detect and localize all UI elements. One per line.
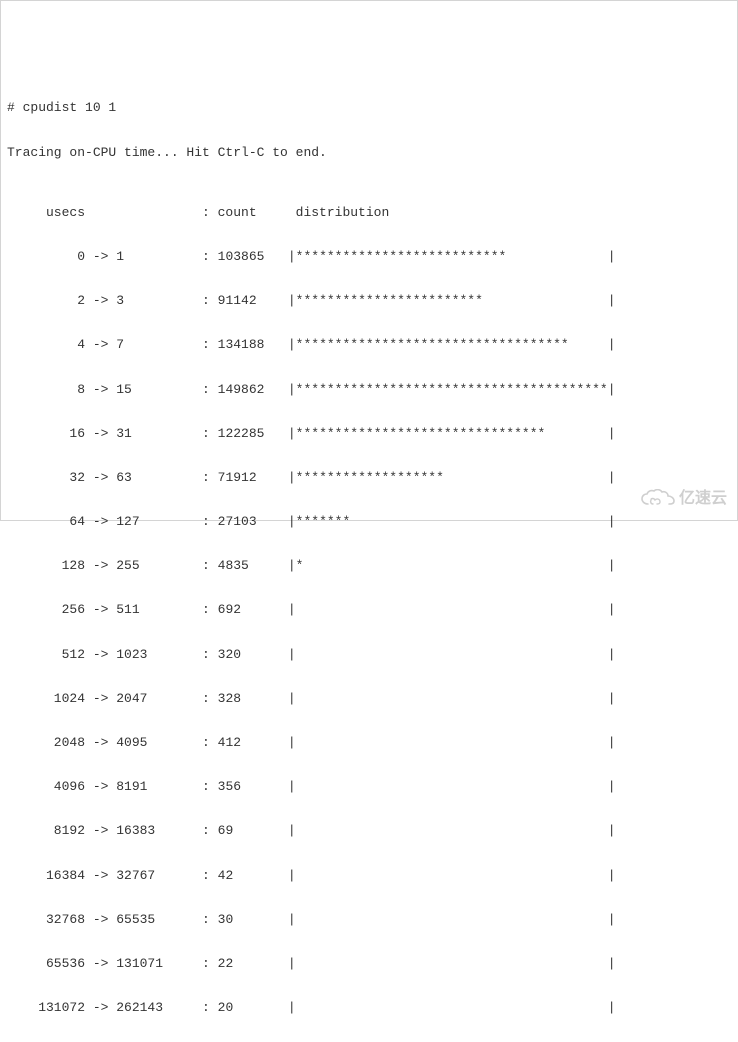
histogram-row: 0 -> 1 : 103865 |***********************…	[7, 246, 731, 268]
distribution-bar: |******************* |	[288, 470, 616, 485]
range-label: 2 -> 3	[7, 293, 202, 308]
distribution-bar: | |	[288, 602, 616, 617]
count-value: : 103865	[202, 249, 288, 264]
histogram-row: 512 -> 1023 : 320 | |	[7, 644, 731, 666]
distribution-bar: | |	[288, 823, 616, 838]
distribution-bar: | |	[288, 868, 616, 883]
histogram-row: 256 -> 511 : 692 | |	[7, 599, 731, 621]
count-value: : 134188	[202, 337, 288, 352]
count-value: : 4835	[202, 558, 288, 573]
watermark-text: 亿速云	[679, 485, 727, 512]
range-label: 256 -> 511	[7, 602, 202, 617]
command-line: # cpudist 10 1	[7, 97, 731, 119]
count-value: : 91142	[202, 293, 288, 308]
count-value: : 328	[202, 691, 288, 706]
count-value: : 356	[202, 779, 288, 794]
cloud-icon	[641, 489, 675, 507]
range-label: 1024 -> 2047	[7, 691, 202, 706]
count-value: : 42	[202, 868, 288, 883]
range-label: 8 -> 15	[7, 382, 202, 397]
histogram-row: 64 -> 127 : 27103 |******* |	[7, 511, 731, 533]
range-label: 16384 -> 32767	[7, 868, 202, 883]
distribution-bar: | |	[288, 779, 616, 794]
range-label: 32 -> 63	[7, 470, 202, 485]
histogram-row: 32 -> 63 : 71912 |******************* |	[7, 467, 731, 489]
histogram-row: 1024 -> 2047 : 328 | |	[7, 688, 731, 710]
distribution-bar: |*********************************** |	[288, 337, 616, 352]
range-label: 128 -> 255	[7, 558, 202, 573]
watermark-logo: 亿速云	[641, 485, 727, 512]
range-label: 64 -> 127	[7, 514, 202, 529]
histogram-row: 262144 -> 524287 : 4 | |	[7, 1041, 731, 1042]
distribution-bar: | |	[288, 691, 616, 706]
count-value: : 320	[202, 647, 288, 662]
distribution-bar: | |	[288, 647, 616, 662]
histogram-row: 16384 -> 32767 : 42 | |	[7, 865, 731, 887]
count-value: : 69	[202, 823, 288, 838]
histogram-row: 128 -> 255 : 4835 |* |	[7, 555, 731, 577]
range-label: 8192 -> 16383	[7, 823, 202, 838]
count-value: : 149862	[202, 382, 288, 397]
distribution-bar: |******************************** |	[288, 426, 616, 441]
count-value: : 412	[202, 735, 288, 750]
range-label: 2048 -> 4095	[7, 735, 202, 750]
histogram-header: usecs : count distribution	[7, 202, 731, 224]
histogram-row: 4096 -> 8191 : 356 | |	[7, 776, 731, 798]
range-label: 32768 -> 65535	[7, 912, 202, 927]
histogram-row: 8 -> 15 : 149862 |**********************…	[7, 379, 731, 401]
range-label: 16 -> 31	[7, 426, 202, 441]
range-label: 512 -> 1023	[7, 647, 202, 662]
range-label: 4096 -> 8191	[7, 779, 202, 794]
histogram-row: 4 -> 7 : 134188 |***********************…	[7, 334, 731, 356]
histogram-row: 2048 -> 4095 : 412 | |	[7, 732, 731, 754]
count-value: : 20	[202, 1000, 288, 1015]
trace-message: Tracing on-CPU time... Hit Ctrl-C to end…	[7, 142, 731, 164]
histogram-row: 65536 -> 131071 : 22 | |	[7, 953, 731, 975]
distribution-bar: |******* |	[288, 514, 616, 529]
histogram-row: 32768 -> 65535 : 30 | |	[7, 909, 731, 931]
histogram-row: 2 -> 3 : 91142 |************************…	[7, 290, 731, 312]
histogram-row: 131072 -> 262143 : 20 | |	[7, 997, 731, 1019]
distribution-bar: |*************************** |	[288, 249, 616, 264]
distribution-bar: |************************ |	[288, 293, 616, 308]
range-label: 4 -> 7	[7, 337, 202, 352]
distribution-bar: |***************************************…	[288, 382, 616, 397]
distribution-bar: | |	[288, 956, 616, 971]
range-label: 131072 -> 262143	[7, 1000, 202, 1015]
range-label: 65536 -> 131071	[7, 956, 202, 971]
count-value: : 122285	[202, 426, 288, 441]
range-label: 0 -> 1	[7, 249, 202, 264]
distribution-bar: | |	[288, 735, 616, 750]
distribution-bar: | |	[288, 912, 616, 927]
count-value: : 22	[202, 956, 288, 971]
distribution-bar: | |	[288, 1000, 616, 1015]
count-value: : 71912	[202, 470, 288, 485]
count-value: : 30	[202, 912, 288, 927]
distribution-bar: |* |	[288, 558, 616, 573]
count-value: : 27103	[202, 514, 288, 529]
histogram-row: 8192 -> 16383 : 69 | |	[7, 820, 731, 842]
histogram-row: 16 -> 31 : 122285 |*********************…	[7, 423, 731, 445]
count-value: : 692	[202, 602, 288, 617]
